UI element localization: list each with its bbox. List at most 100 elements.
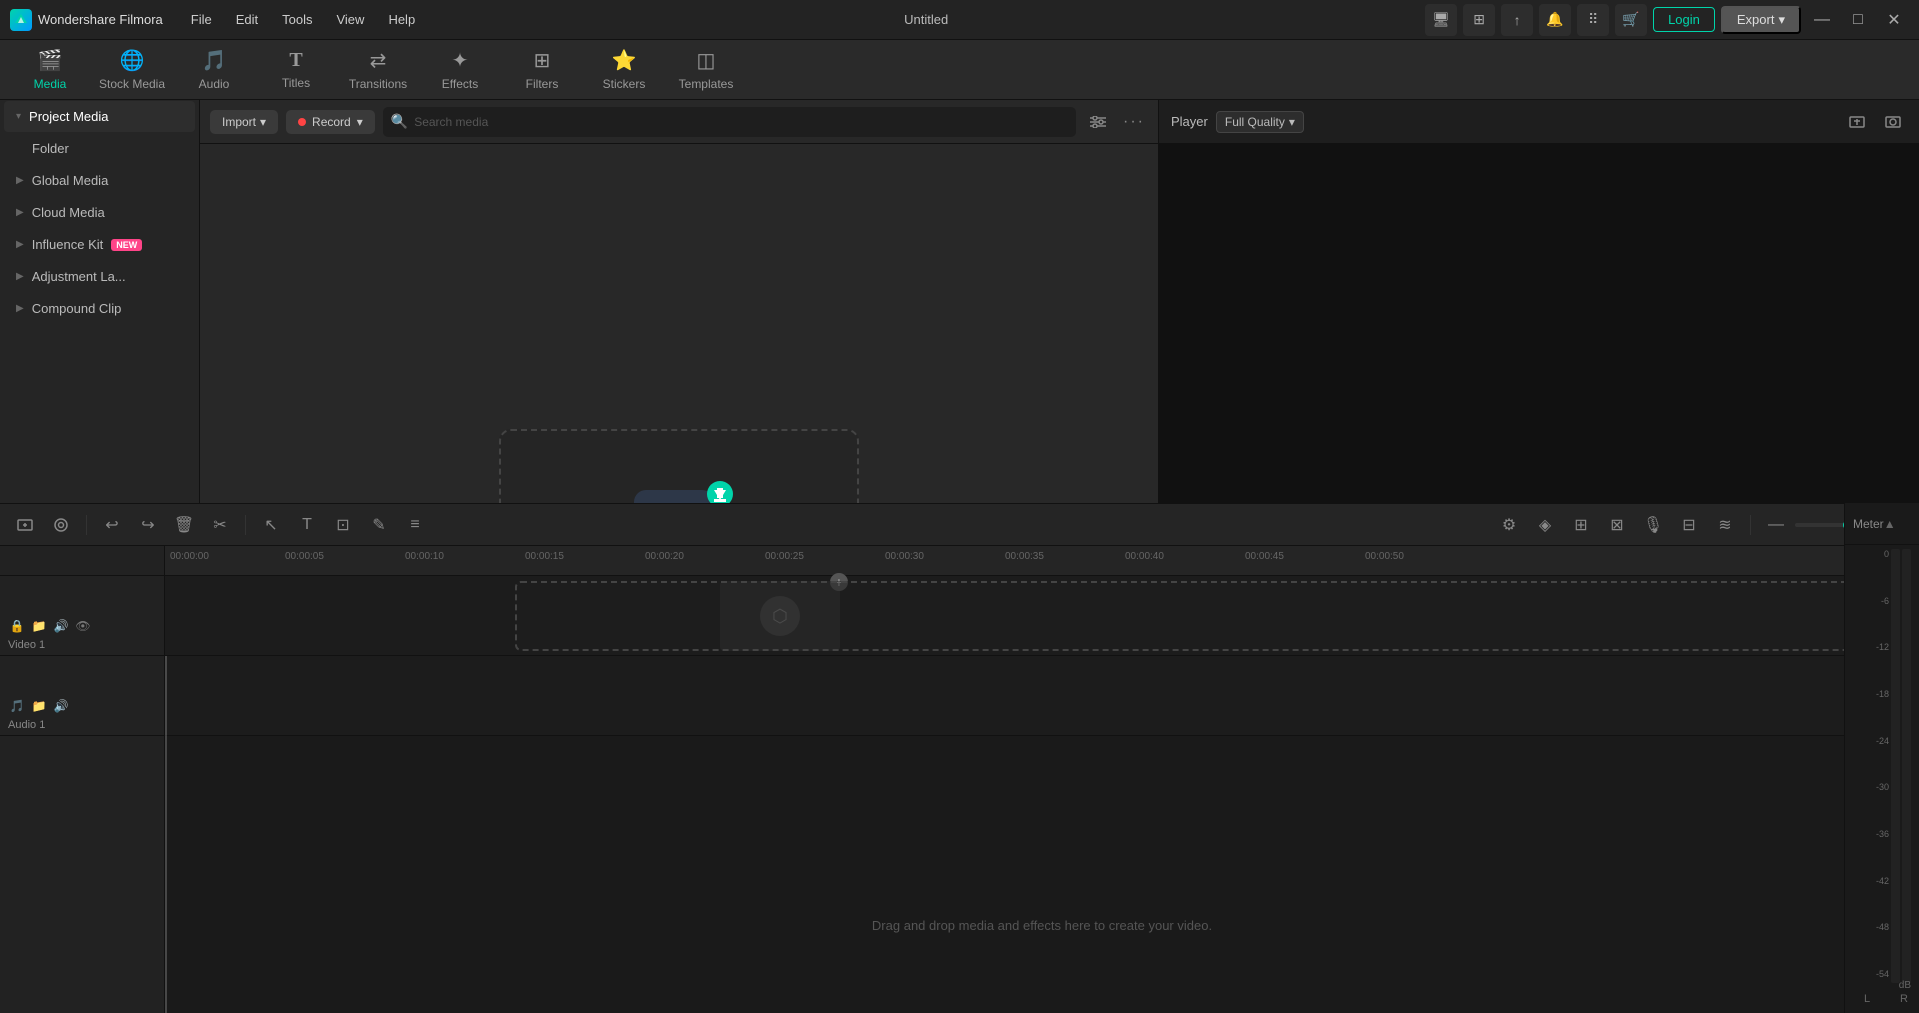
redo-button[interactable]: ↪ [133, 510, 163, 540]
time-ruler[interactable]: 00:00:00 00:00:05 00:00:10 00:00:15 00:0… [165, 546, 1919, 576]
sidebar-item-adjustment-layer[interactable]: ▶ Adjustment La... [4, 261, 195, 292]
search-input[interactable] [414, 115, 1068, 129]
sidebar-item-folder[interactable]: Folder [4, 133, 195, 164]
menu-view[interactable]: View [324, 0, 376, 40]
meter-header[interactable]: Meter ▲ [1845, 503, 1919, 545]
sidebar-item-compound-clip[interactable]: ▶ Compound Clip [4, 293, 195, 324]
meter-panel: Meter ▲ 0 -6 -12 -18 -24 -30 -36 -42 -48… [1844, 503, 1919, 1013]
sidebar-item-global-media[interactable]: ▶ Global Media [4, 165, 195, 196]
audio-track-folder-icon[interactable]: 📁 [30, 697, 48, 715]
video-track-eye-icon[interactable]: 👁 [74, 617, 92, 635]
login-button[interactable]: Login [1653, 7, 1715, 32]
bell-btn[interactable]: 🔔 [1539, 4, 1571, 36]
player-fit-button[interactable] [1843, 108, 1871, 136]
voice-button[interactable]: 🎙 [1638, 510, 1668, 540]
app-logo-icon [10, 9, 32, 31]
title-right: 🖥 ⊞ ↑ 🔔 ⠿ 🛒 Login Export ▾ — □ ✕ [1425, 4, 1909, 36]
player-screenshot-button[interactable] [1879, 108, 1907, 136]
record-button[interactable]: Record ▾ [286, 110, 375, 134]
ruler-mark-9: 00:00:45 [1245, 551, 1284, 562]
quality-select[interactable]: Full Quality ▾ [1216, 111, 1304, 133]
ruler-mark-7: 00:00:35 [1005, 551, 1044, 562]
undo-button[interactable]: ↩ [97, 510, 127, 540]
menu-tools[interactable]: Tools [270, 0, 324, 40]
record-indicator [298, 118, 306, 126]
crop-tool[interactable]: ⊡ [328, 510, 358, 540]
tab-media[interactable]: 🎬 Media [10, 43, 90, 97]
tab-stickers[interactable]: ⭐ Stickers [584, 43, 664, 97]
zoom-out-button[interactable]: — [1761, 510, 1791, 540]
grid-btn[interactable]: ⠿ [1577, 4, 1609, 36]
sidebar-item-influence-kit[interactable]: ▶ Influence Kit NEW [4, 229, 195, 260]
tab-titles[interactable]: T Titles [256, 43, 336, 97]
sidebar-item-project-media[interactable]: ▾ Project Media [4, 101, 195, 132]
separator-1 [86, 515, 87, 535]
ruler-mark-3: 00:00:15 [525, 551, 564, 562]
track-icons-audio: 🎵 📁 🔊 [8, 697, 156, 715]
meter-left-bar [1891, 549, 1900, 983]
audio-track-music-icon[interactable]: 🎵 [8, 697, 26, 715]
cut-button[interactable]: ✂ [205, 510, 235, 540]
video-track-lock-icon[interactable]: 🔒 [8, 617, 26, 635]
close-button[interactable]: ✕ [1879, 5, 1909, 35]
ruler-mark-6: 00:00:30 [885, 551, 924, 562]
video-track-volume-icon[interactable]: 🔊 [52, 617, 70, 635]
cloud-media-arrow: ▶ [16, 207, 24, 218]
timeline-settings-button[interactable]: ⚙ [1494, 510, 1524, 540]
upload-btn[interactable]: ↑ [1501, 4, 1533, 36]
stickers-icon: ⭐ [612, 48, 637, 73]
tab-effects[interactable]: ✦ Effects [420, 43, 500, 97]
video-track[interactable]: ⬡ + [165, 576, 1919, 656]
ai-cut-button[interactable]: ⊞ [1566, 510, 1596, 540]
select-tool[interactable]: ↖ [256, 510, 286, 540]
monitor-btn[interactable]: 🖥 [1425, 4, 1457, 36]
video-track-folder-icon[interactable]: 📁 [30, 617, 48, 635]
copy-btn[interactable]: ⊞ [1463, 4, 1495, 36]
more-options-button[interactable]: ··· [1120, 108, 1148, 136]
transform-button[interactable]: ⊠ [1602, 510, 1632, 540]
meter-right-label: R [1900, 993, 1908, 1005]
meter-lr-labels: L R [1849, 993, 1919, 1005]
delete-button[interactable]: 🗑 [169, 510, 199, 540]
maximize-button[interactable]: □ [1843, 5, 1873, 35]
tab-templates[interactable]: ◫ Templates [666, 43, 746, 97]
meter-chevron-icon: ▲ [1884, 517, 1911, 531]
menu-file[interactable]: File [179, 0, 224, 40]
draw-tool[interactable]: ✎ [364, 510, 394, 540]
ruler-mark-8: 00:00:40 [1125, 551, 1164, 562]
filter-button[interactable] [1084, 108, 1112, 136]
audio-tool[interactable]: ≡ [400, 510, 430, 540]
filters-icon: ⊞ [534, 48, 551, 73]
menu-edit[interactable]: Edit [224, 0, 270, 40]
audio-track-volume-icon[interactable]: 🔊 [52, 697, 70, 715]
video-drop-overlay[interactable] [515, 581, 1909, 651]
app-logo: Wondershare Filmora [10, 9, 163, 31]
ruler-mark-0: 00:00:00 [170, 551, 209, 562]
audio-track[interactable] [165, 656, 1919, 736]
import-button[interactable]: Import ▾ [210, 110, 278, 134]
tab-filters[interactable]: ⊞ Filters [502, 43, 582, 97]
menu-help[interactable]: Help [376, 0, 427, 40]
export-button[interactable]: Export ▾ [1721, 6, 1801, 34]
sidebar-item-cloud-media[interactable]: ▶ Cloud Media [4, 197, 195, 228]
tab-transitions[interactable]: ⇄ Transitions [338, 43, 418, 97]
separator-2 [245, 515, 246, 535]
speed-ramp-button[interactable]: ≋ [1710, 510, 1740, 540]
adjustment-layer-arrow: ▶ [16, 271, 24, 282]
app-name: Wondershare Filmora [38, 12, 163, 27]
ruler-label-spacer [0, 546, 164, 576]
scene-detect-button[interactable]: ◈ [1530, 510, 1560, 540]
multi-cam-button[interactable]: ⊟ [1674, 510, 1704, 540]
link-button[interactable] [46, 510, 76, 540]
player-header: Player Full Quality ▾ [1159, 100, 1919, 144]
cart-btn[interactable]: 🛒 [1615, 4, 1647, 36]
meter-scale: 0 -6 -12 -18 -24 -30 -36 -42 -48 -54 [1876, 545, 1889, 983]
text-tool[interactable]: T [292, 510, 322, 540]
add-track-button[interactable] [10, 510, 40, 540]
tab-audio[interactable]: 🎵 Audio [174, 43, 254, 97]
meter-unit: dB [1899, 980, 1911, 991]
toolbar: 🎬 Media 🌐 Stock Media 🎵 Audio T Titles ⇄… [0, 40, 1919, 100]
tab-stock-media[interactable]: 🌐 Stock Media [92, 43, 172, 97]
minimize-button[interactable]: — [1807, 5, 1837, 35]
compound-clip-arrow: ▶ [16, 303, 24, 314]
